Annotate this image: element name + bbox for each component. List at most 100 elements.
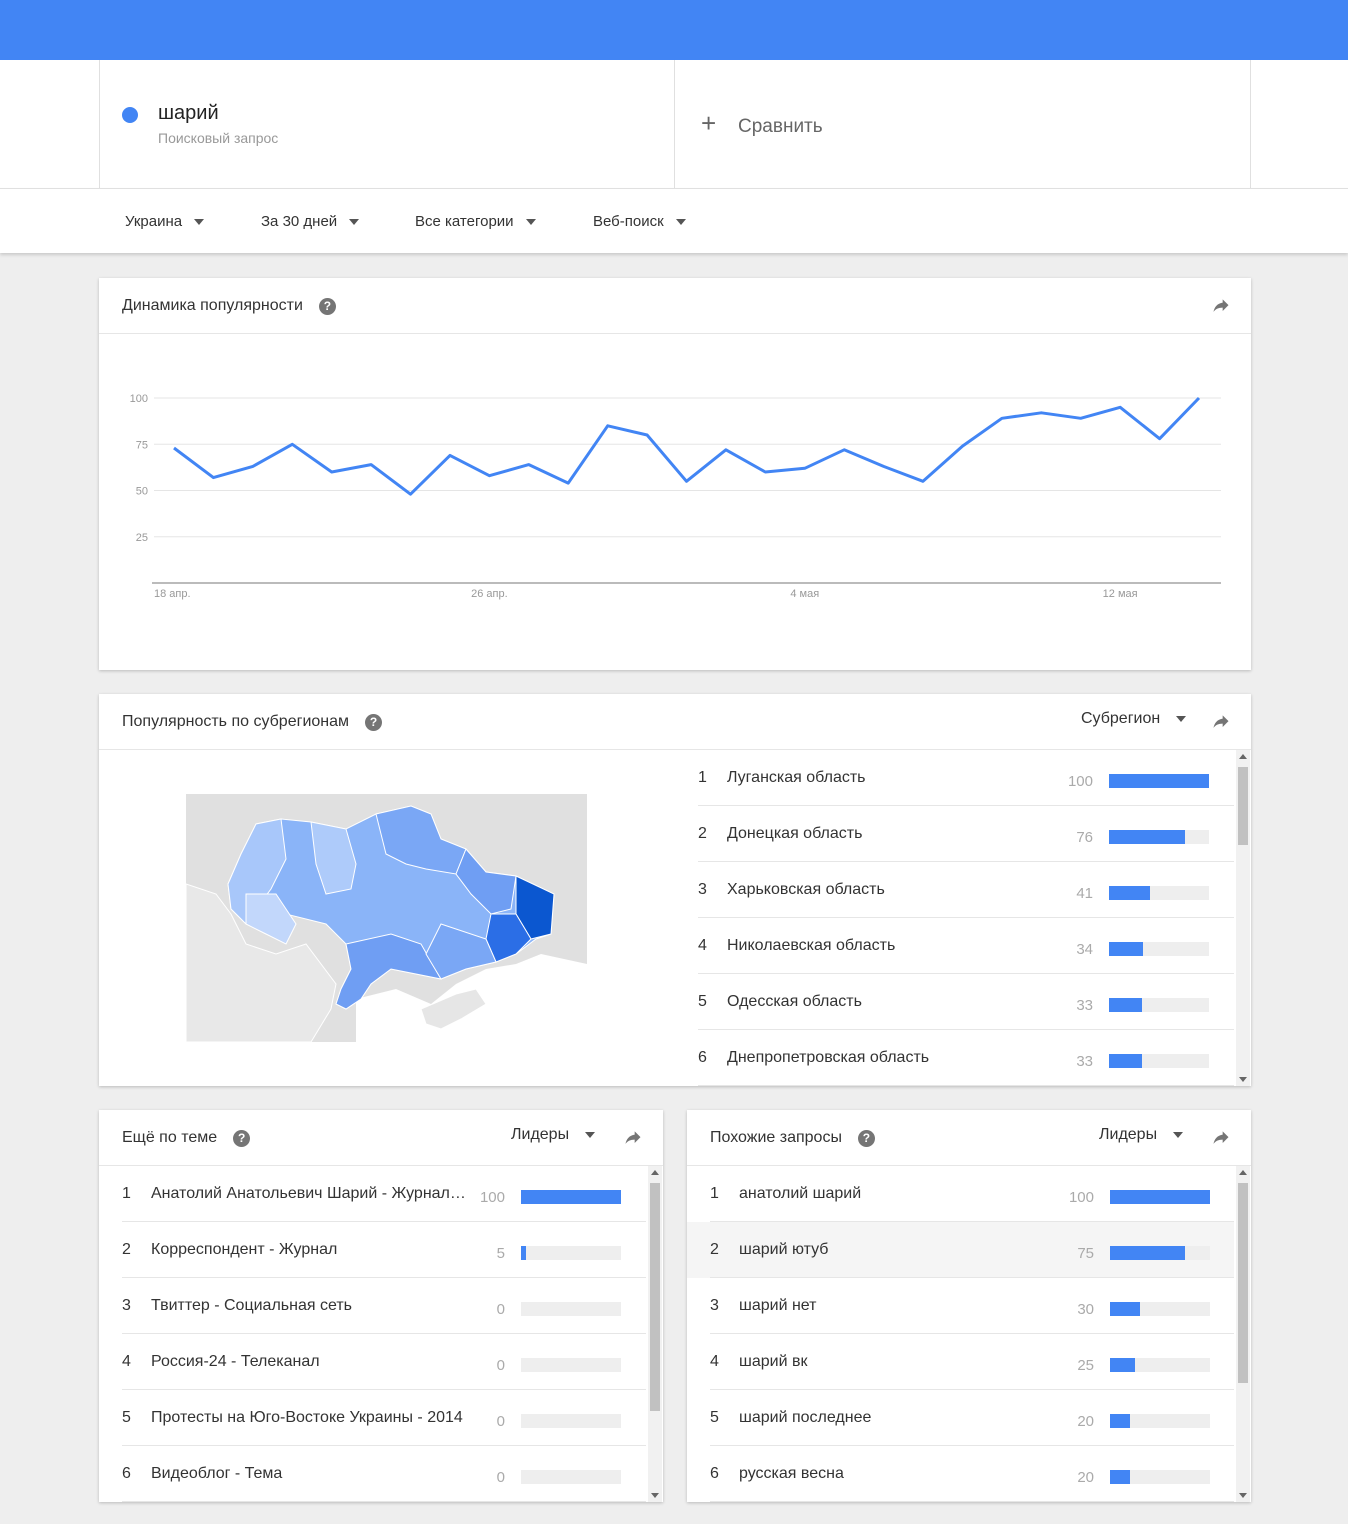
list-item-label[interactable]: шарий последнее <box>739 1409 1059 1427</box>
scroll-down-icon[interactable] <box>1239 1077 1247 1082</box>
help-icon[interactable]: ? <box>365 714 383 731</box>
topics-scroll-thumb[interactable] <box>650 1183 660 1411</box>
filter-category[interactable]: Все категории <box>415 213 536 230</box>
filter-search-type[interactable]: Веб-поиск <box>593 213 686 230</box>
scroll-up-icon[interactable] <box>1239 1170 1247 1175</box>
trend-data-point[interactable] <box>1000 416 1004 420</box>
trend-data-point[interactable] <box>685 479 689 483</box>
list-item[interactable]: 6 Днепропетровская область 33 <box>698 1030 1234 1086</box>
list-item[interactable]: 2 Донецкая область 76 <box>698 806 1234 862</box>
list-item[interactable]: 4 шарий вк 25 <box>687 1334 1234 1390</box>
trend-data-point[interactable] <box>211 476 215 480</box>
regions-scroll-thumb[interactable] <box>1238 767 1248 845</box>
list-item[interactable]: 2 Корреспондент - Журнал 5 <box>122 1222 646 1278</box>
list-item-label[interactable]: шарий вк <box>739 1353 1059 1371</box>
trend-data-point[interactable] <box>251 464 255 468</box>
scroll-up-icon[interactable] <box>1239 754 1247 759</box>
help-icon[interactable]: ? <box>233 1130 251 1147</box>
help-icon[interactable]: ? <box>318 298 336 315</box>
x-tick-label: 4 мая <box>790 588 819 600</box>
list-item-label[interactable]: анатолий шарий <box>739 1185 1059 1203</box>
trend-data-point[interactable] <box>842 448 846 452</box>
trend-card-header: Динамика популярности? <box>99 278 1251 334</box>
list-item-label[interactable]: Луганская область <box>727 769 1047 787</box>
list-item[interactable]: 1 Луганская область 100 <box>698 750 1234 806</box>
list-item-label[interactable]: Твиттер - Социальная сеть <box>151 1297 473 1315</box>
list-item[interactable]: 3 Твиттер - Социальная сеть 0 <box>122 1278 646 1334</box>
list-item-label[interactable]: Одесская область <box>727 993 1047 1011</box>
trend-data-point[interactable] <box>1039 411 1043 415</box>
list-item-label[interactable]: Корреспондент - Журнал <box>151 1241 473 1259</box>
list-item[interactable]: 1 анатолий шарий 100 <box>687 1166 1234 1222</box>
trend-data-point[interactable] <box>448 453 452 457</box>
scroll-down-icon[interactable] <box>1239 1493 1247 1498</box>
list-item[interactable]: 5 Протесты на Юго-Востоке Украины - 2014 0 <box>122 1390 646 1446</box>
compare-button[interactable]: + Сравнить <box>675 60 1251 188</box>
list-item[interactable]: 3 шарий нет 30 <box>687 1278 1234 1334</box>
trend-data-point[interactable] <box>763 470 767 474</box>
list-item-label[interactable]: Харьковская область <box>727 881 1047 899</box>
list-item-label[interactable]: Анатолий Анатольевич Шарий - Журналист <box>151 1185 473 1203</box>
list-item-label[interactable]: Россия-24 - Телеканал <box>151 1353 473 1371</box>
trend-data-point[interactable] <box>1158 437 1162 441</box>
trend-data-point[interactable] <box>921 479 925 483</box>
trend-data-point[interactable] <box>1197 396 1201 400</box>
trend-data-point[interactable] <box>566 481 570 485</box>
search-term-name[interactable]: шарий <box>158 102 219 125</box>
scroll-down-icon[interactable] <box>651 1493 659 1498</box>
list-item[interactable]: 5 Одесская область 33 <box>698 974 1234 1030</box>
list-item-label[interactable]: русская весна <box>739 1465 1059 1483</box>
filter-period[interactable]: За 30 дней <box>261 213 360 230</box>
filter-region[interactable]: Украина <box>125 213 205 230</box>
list-item-label[interactable]: Днепропетровская область <box>727 1049 1047 1067</box>
list-item[interactable]: 4 Россия-24 - Телеканал 0 <box>122 1334 646 1390</box>
scroll-up-icon[interactable] <box>651 1170 659 1175</box>
share-icon[interactable] <box>1211 296 1231 316</box>
list-item[interactable]: 6 Видеоблог - Тема 0 <box>122 1446 646 1502</box>
trend-data-point[interactable] <box>882 464 886 468</box>
trend-data-point[interactable] <box>1079 416 1083 420</box>
trend-data-point[interactable] <box>645 433 649 437</box>
trend-data-point[interactable] <box>803 466 807 470</box>
list-item[interactable]: 6 русская весна 20 <box>687 1446 1234 1502</box>
share-icon[interactable] <box>1211 1128 1231 1148</box>
share-icon[interactable] <box>623 1128 643 1148</box>
queries-scrollbar[interactable] <box>1236 1166 1250 1502</box>
help-icon[interactable]: ? <box>857 1130 875 1147</box>
caret-down-icon <box>525 218 536 225</box>
trend-data-point[interactable] <box>1118 405 1122 409</box>
region-map[interactable] <box>186 794 587 1042</box>
queries-scroll-thumb[interactable] <box>1238 1183 1248 1383</box>
trend-data-point[interactable] <box>290 442 294 446</box>
regions-resolution-select[interactable]: Субрегион <box>1081 710 1187 728</box>
trend-data-point[interactable] <box>724 448 728 452</box>
list-item-bar <box>1110 1414 1210 1428</box>
list-item[interactable]: 1 Анатолий Анатольевич Шарий - Журналист 1… <box>122 1166 646 1222</box>
list-item-label[interactable]: Николаевская область <box>727 937 1047 955</box>
list-item[interactable]: 4 Николаевская область 34 <box>698 918 1234 974</box>
topics-scrollbar[interactable] <box>648 1166 662 1502</box>
trend-data-point[interactable] <box>172 446 176 450</box>
list-item[interactable]: 2 шарий ютуб 75 <box>687 1222 1234 1278</box>
share-icon[interactable] <box>1211 712 1231 732</box>
trend-data-point[interactable] <box>606 424 610 428</box>
list-item-label[interactable]: Донецкая область <box>727 825 1047 843</box>
term-color-dot <box>122 107 138 123</box>
trend-line-chart[interactable]: 100 75 50 25 18 апр. 26 апр. 4 мая 12 мая <box>99 334 1251 670</box>
list-item-label[interactable]: Протесты на Юго-Востоке Украины - 2014 <box>151 1409 473 1427</box>
topics-sort-select[interactable]: Лидеры <box>511 1126 596 1144</box>
trend-data-point[interactable] <box>330 470 334 474</box>
list-item-label[interactable]: шарий ютуб <box>739 1241 1059 1259</box>
trend-data-point[interactable] <box>960 444 964 448</box>
trend-data-point[interactable] <box>527 463 531 467</box>
regions-scrollbar[interactable] <box>1236 750 1250 1086</box>
list-item-label[interactable]: Видеоблог - Тема <box>151 1465 473 1483</box>
queries-sort-select[interactable]: Лидеры <box>1099 1126 1184 1144</box>
trend-data-point[interactable] <box>487 474 491 478</box>
list-item[interactable]: 5 шарий последнее 20 <box>687 1390 1234 1446</box>
trend-data-point[interactable] <box>369 463 373 467</box>
trend-data-point[interactable] <box>409 492 413 496</box>
list-item[interactable]: 3 Харьковская область 41 <box>698 862 1234 918</box>
search-term-card[interactable]: шарий Поисковый запрос <box>99 60 675 188</box>
list-item-label[interactable]: шарий нет <box>739 1297 1059 1315</box>
